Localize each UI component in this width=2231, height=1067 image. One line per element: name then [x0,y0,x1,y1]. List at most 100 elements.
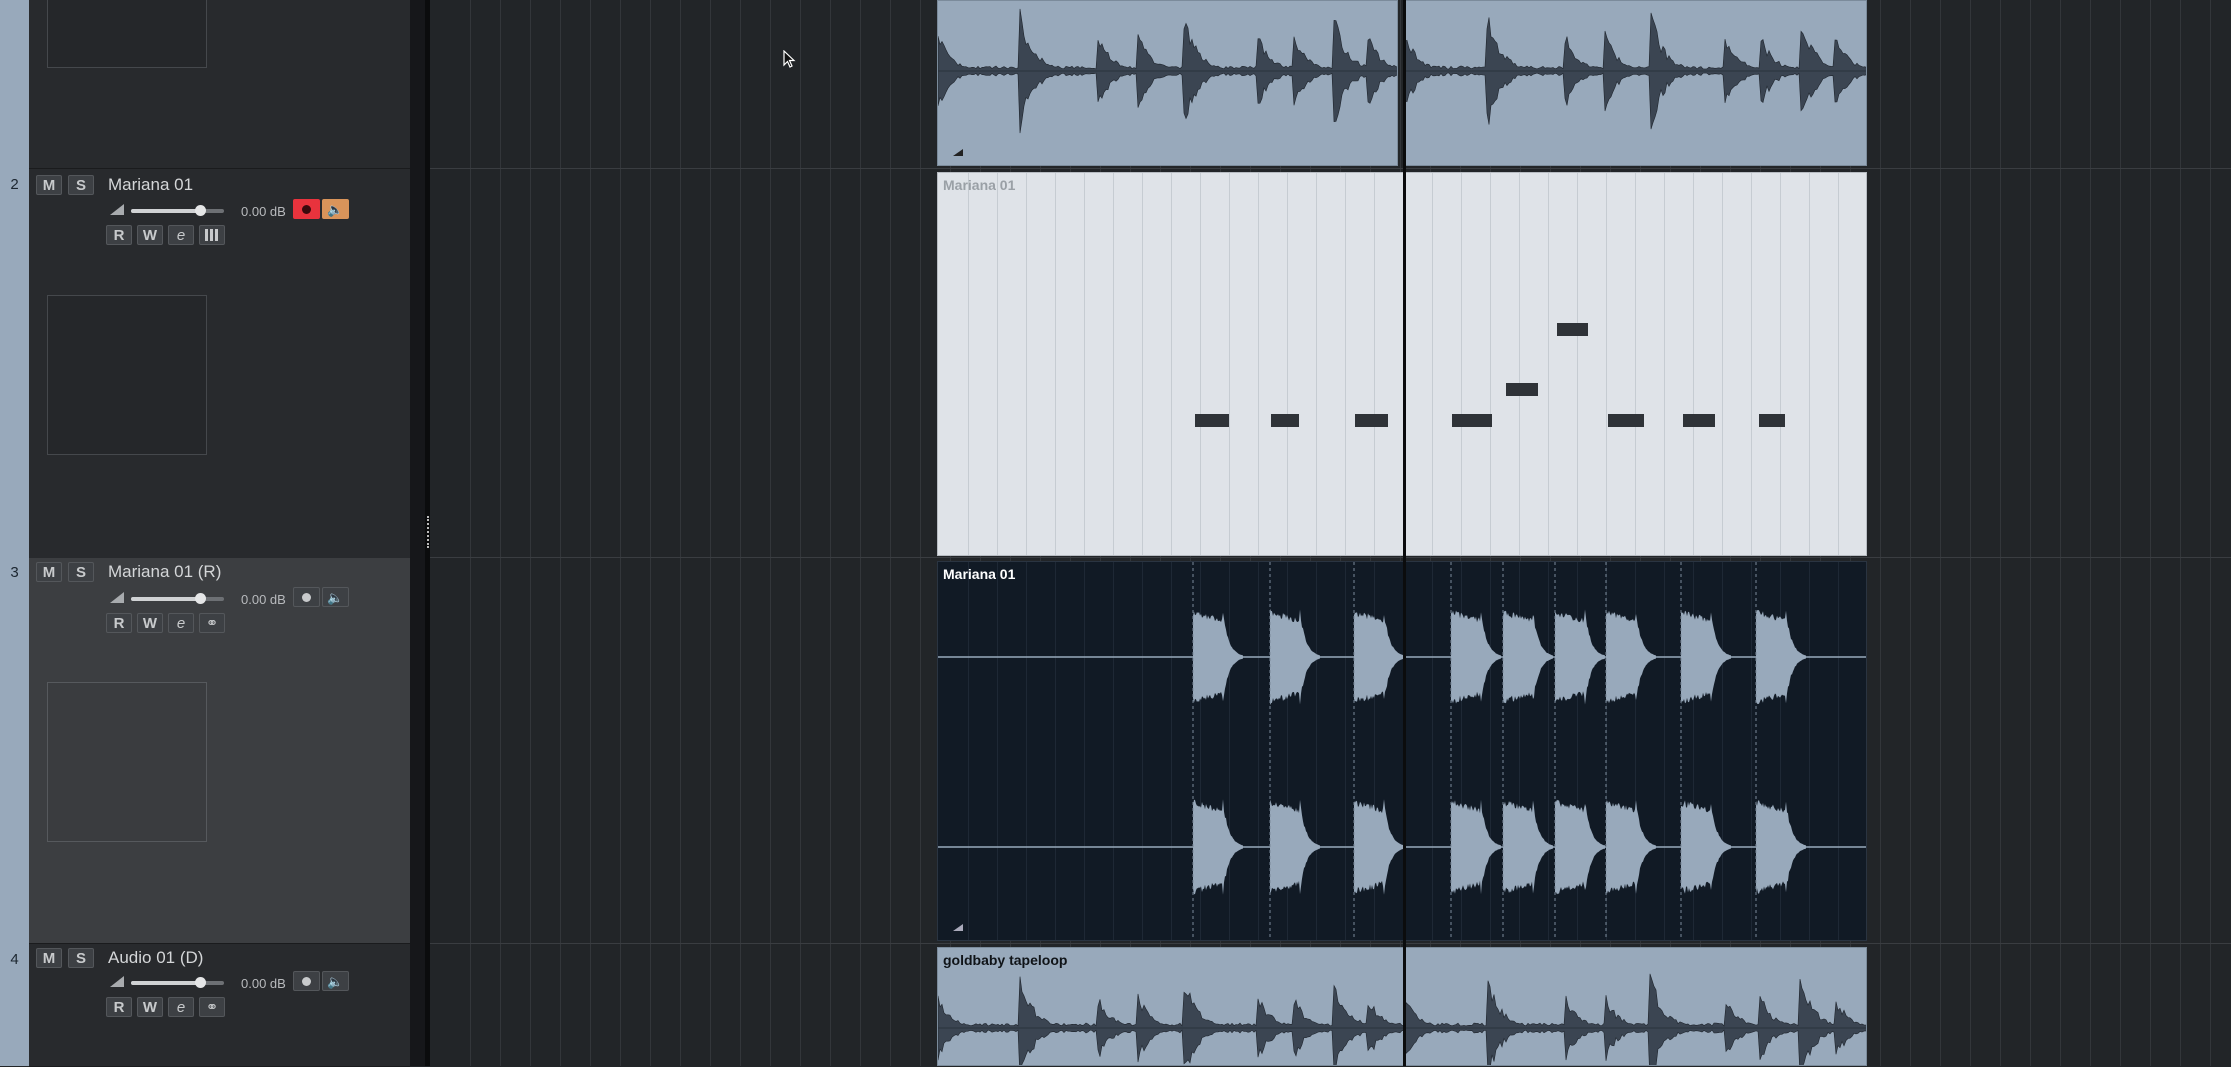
solo-button[interactable]: S [68,175,94,195]
grid-line [1287,173,1288,556]
edit-channel-button[interactable]: e [168,997,194,1017]
grid-line [1345,173,1346,556]
track-list: M S Mariana 01 0.00 dB 🔈 R W e M S Maria… [0,0,410,1066]
track-name[interactable]: Mariana 01 (R) [108,562,221,582]
track-separator [430,557,2231,558]
grid-line [1910,0,1911,1066]
grid-line [1171,173,1172,556]
midi-note[interactable] [1557,323,1588,336]
volume-value[interactable]: 0.00 dB [241,976,286,991]
grid-line [710,0,711,1066]
grid-line [1316,173,1317,556]
link-rings-icon: ⚭ [206,999,219,1016]
volume-slider-knob[interactable] [195,977,206,988]
midi-note[interactable] [1608,414,1644,427]
solo-button[interactable]: S [68,948,94,968]
fade-handle[interactable] [953,924,963,931]
grid-line [1880,0,1881,1066]
grid-line [1461,173,1462,556]
record-enable-button[interactable] [293,971,320,991]
grid-line [1229,173,1230,556]
write-automation-button[interactable]: W [137,613,163,633]
read-automation-button[interactable]: R [106,997,132,1017]
grid-line [680,0,681,1066]
track-header-audio-01-d[interactable]: M S Audio 01 (D) 0.00 dB 🔈 R W e ⚭ [29,944,410,1067]
track-header-mariana-01[interactable]: M S Mariana 01 0.00 dB 🔈 R W e [29,169,410,559]
grid-line [830,0,831,1066]
piano-keys-icon [205,229,219,241]
volume-slider-knob[interactable] [195,205,206,216]
playhead[interactable] [1403,0,1406,1066]
fade-handle[interactable] [953,149,963,156]
speaker-icon: 🔈 [327,590,343,605]
grid-line [1722,173,1723,556]
read-automation-button[interactable]: R [106,225,132,245]
volume-ramp-icon [110,592,124,603]
midi-note[interactable] [1506,383,1538,396]
solo-button[interactable]: S [68,562,94,582]
mouse-pointer-icon [783,50,797,70]
track-name[interactable]: Audio 01 (D) [108,948,203,968]
grid-line [1113,173,1114,556]
track-picture-slot [47,295,207,455]
speaker-icon: 🔈 [327,202,343,217]
grid-line [1970,0,1971,1066]
record-enable-button[interactable] [293,199,320,219]
midi-part[interactable]: Mariana 01 [937,172,1867,556]
track-name[interactable]: Mariana 01 [108,175,193,195]
arrange-window[interactable]: Mariana 01 Mariana 01 goldbaby tapeloop [430,0,2231,1066]
grid-line [1055,173,1056,556]
event-name: goldbaby tapeloop [943,952,1067,968]
midi-note[interactable] [1355,414,1388,427]
grid-line [620,0,621,1066]
midi-note[interactable] [1271,414,1299,427]
mute-button[interactable]: M [36,948,62,968]
monitor-button[interactable]: 🔈 [322,199,349,219]
volume-value[interactable]: 0.00 dB [241,592,286,607]
record-icon [302,205,311,214]
grid-line [890,0,891,1066]
read-automation-button[interactable]: R [106,613,132,633]
edit-instrument-button[interactable] [199,225,225,245]
edit-e-icon: e [177,999,185,1016]
grid-line [2060,0,2061,1066]
edit-channel-button[interactable]: e [168,613,194,633]
track-number: 2 [0,176,29,193]
record-icon [302,593,311,602]
mute-button[interactable]: M [36,175,62,195]
record-enable-button[interactable] [293,587,320,607]
volume-slider[interactable] [131,981,224,985]
grid-line [1432,173,1433,556]
speaker-icon: 🔈 [327,974,343,989]
grid-line [1838,173,1839,556]
monitor-button[interactable]: 🔈 [322,587,349,607]
volume-slider[interactable] [131,597,224,601]
link-button[interactable]: ⚭ [199,613,225,633]
midi-note[interactable] [1759,414,1785,427]
waveform [938,1,1398,166]
track-header-audio-top[interactable] [29,0,410,169]
midi-note[interactable] [1195,414,1229,427]
mute-button[interactable]: M [36,562,62,582]
grid-line [1026,173,1027,556]
volume-value[interactable]: 0.00 dB [241,204,286,219]
audio-event-top[interactable] [937,0,1398,166]
volume-slider-knob[interactable] [195,593,206,604]
grid-line [2210,0,2211,1066]
grid-line [1374,173,1375,556]
edit-channel-button[interactable]: e [168,225,194,245]
volume-ramp-icon [110,204,124,215]
audio-event-top-2[interactable] [1404,0,1867,166]
monitor-button[interactable]: 🔈 [322,971,349,991]
rendered-audio-event[interactable]: Mariana 01 [937,561,1867,941]
grid-line [1519,173,1520,556]
write-automation-button[interactable]: W [137,225,163,245]
link-button[interactable]: ⚭ [199,997,225,1017]
midi-note[interactable] [1452,414,1492,427]
track-header-mariana-01-r[interactable]: M S Mariana 01 (R) 0.00 dB 🔈 R W e ⚭ [29,558,410,944]
write-automation-button[interactable]: W [137,997,163,1017]
midi-note[interactable] [1683,414,1715,427]
grid-line [1142,173,1143,556]
audio-event-goldbaby-tapeloop[interactable]: goldbaby tapeloop [937,947,1867,1066]
volume-slider[interactable] [131,209,224,213]
